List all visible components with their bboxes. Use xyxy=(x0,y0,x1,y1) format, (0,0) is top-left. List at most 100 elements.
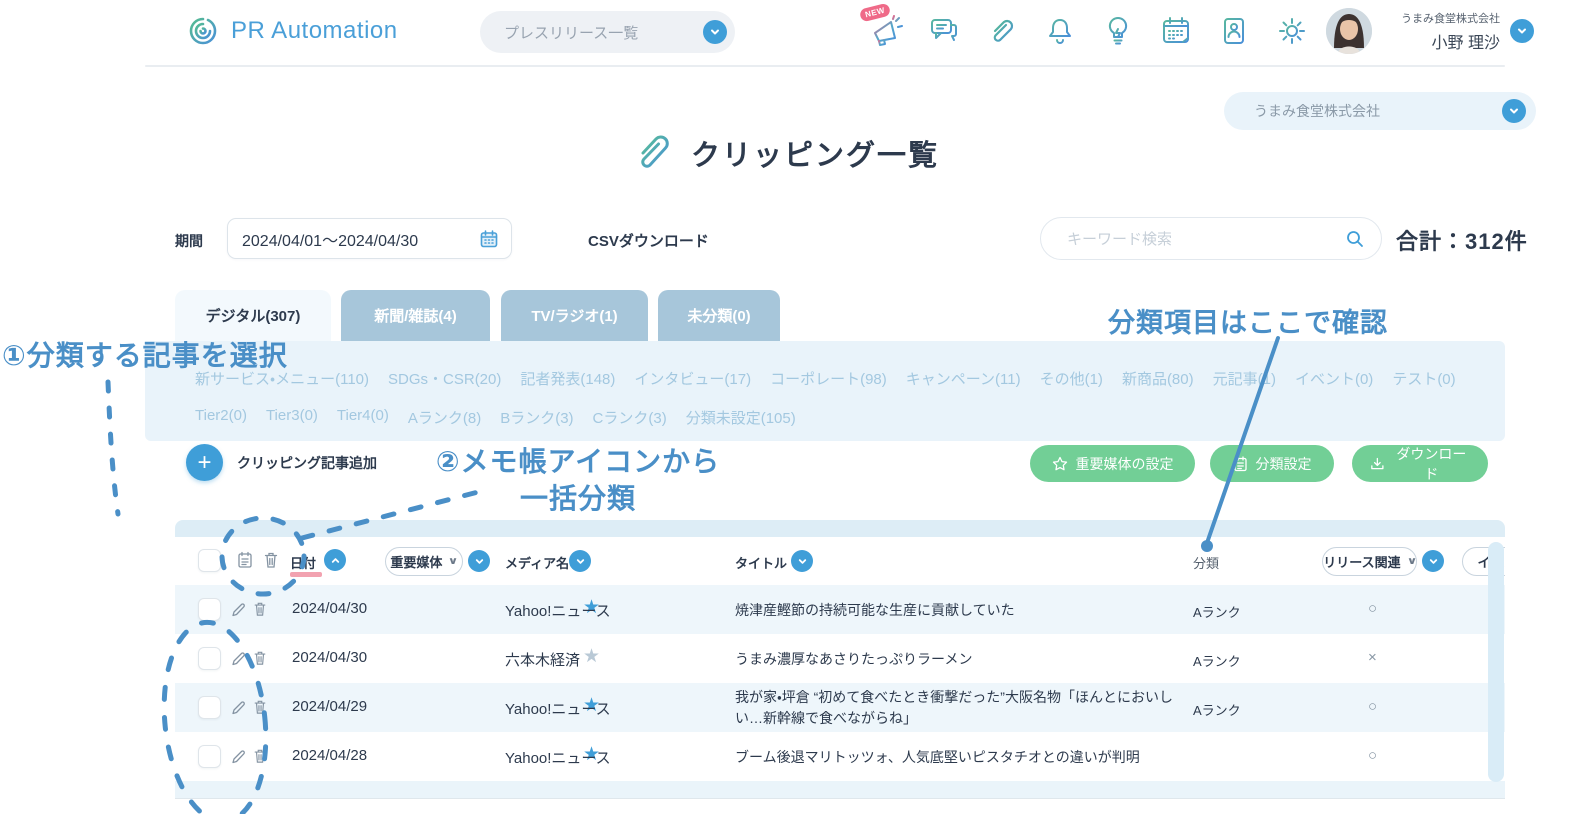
filter-event[interactable]: イベント(0) xyxy=(1295,368,1373,389)
user-menu[interactable]: うまみ食堂株式会社 小野 理沙 xyxy=(1326,8,1534,54)
filter-press-conference[interactable]: 記者発表(148) xyxy=(520,368,615,389)
period-date-range-input[interactable]: 2024/04/01～2024/04/30 xyxy=(227,218,512,259)
bulk-note-icon[interactable] xyxy=(237,551,253,569)
row-media-name[interactable]: Yahoo!ニュース xyxy=(505,600,611,621)
release-sort-icon[interactable] xyxy=(1422,550,1444,572)
contact-card-icon[interactable] xyxy=(1216,13,1252,49)
chevron-down-icon[interactable] xyxy=(703,20,727,44)
filter-new-service[interactable]: 新サービス・メニュー(110) xyxy=(195,368,369,389)
filter-rank-c[interactable]: Cランク(3) xyxy=(593,407,667,428)
filter-corporate[interactable]: コーポレート(98) xyxy=(770,368,887,389)
filter-tier4[interactable]: Tier4(0) xyxy=(337,407,389,428)
megaphone-icon[interactable]: NEW xyxy=(868,13,904,49)
filter-rank-b[interactable]: Bランク(3) xyxy=(500,407,573,428)
column-header-date[interactable]: 日付 xyxy=(290,553,316,572)
delete-trash-icon[interactable] xyxy=(253,600,267,618)
bulk-trash-icon[interactable] xyxy=(263,551,279,569)
table-row[interactable]: 2024/04/28 ★ Yahoo!ニュース ブーム後退マリトッツォ、人気底堅… xyxy=(175,732,1505,781)
chevron-down-icon[interactable] xyxy=(1502,99,1526,123)
category-settings-button[interactable]: 分類設定 xyxy=(1210,445,1334,482)
column-header-category[interactable]: 分類 xyxy=(1193,553,1219,572)
filter-rank-a[interactable]: Aランク(8) xyxy=(408,407,481,428)
page-nav-select[interactable]: プレスリリース一覧 xyxy=(480,11,735,53)
row-checkbox[interactable] xyxy=(198,598,221,621)
download-button[interactable]: ダウンロード xyxy=(1352,445,1488,482)
edit-pencil-icon[interactable] xyxy=(231,601,245,619)
chevron-down-icon: ∨ xyxy=(448,556,459,567)
paperclip-icon[interactable] xyxy=(984,13,1020,49)
chat-icon[interactable] xyxy=(926,13,962,49)
csv-download-link[interactable]: CSVダウンロード xyxy=(588,230,709,251)
important-media-settings-button[interactable]: 重要媒体の設定 xyxy=(1030,445,1195,482)
row-media-name[interactable]: Yahoo!ニュース xyxy=(505,747,611,768)
row-title[interactable]: ブーム後退マリトッツォ、人気底堅いピスタチオとの違いが判明 xyxy=(735,747,1185,768)
row-date: 2024/04/30 xyxy=(292,649,367,666)
media-sort-icon[interactable] xyxy=(569,550,591,572)
filter-campaign[interactable]: キャンペーン(11) xyxy=(906,368,1021,389)
chevron-down-icon[interactable] xyxy=(1510,19,1534,43)
filter-tier2[interactable]: Tier2(0) xyxy=(195,407,247,428)
edit-pencil-icon[interactable] xyxy=(231,748,245,766)
row-media-name[interactable]: Yahoo!ニュース xyxy=(505,698,611,719)
filter-other[interactable]: その他(1) xyxy=(1040,368,1103,389)
table-row[interactable]: 2024/04/29 ★ Yahoo!ニュース 我が家・坪倉 “初めて食べたとき… xyxy=(175,683,1505,732)
row-checkbox[interactable] xyxy=(198,647,221,670)
delete-trash-icon[interactable] xyxy=(253,698,267,716)
title-sort-icon[interactable] xyxy=(791,550,813,572)
filter-new-product[interactable]: 新商品(80) xyxy=(1122,368,1194,389)
search-icon[interactable] xyxy=(1345,229,1365,249)
row-category: Aランク xyxy=(1193,602,1241,621)
important-media-filter-label: 重要媒体 xyxy=(390,552,442,571)
calendar-picker-icon[interactable] xyxy=(479,229,499,249)
filter-original-article[interactable]: 元記事(1) xyxy=(1213,368,1276,389)
company-select[interactable]: うまみ食堂株式会社 xyxy=(1224,92,1536,130)
calendar-icon[interactable] xyxy=(1158,13,1194,49)
tab-tv-radio[interactable]: TV/ラジオ(1) xyxy=(501,290,648,341)
release-mark: ○ xyxy=(1368,600,1377,617)
filter-test[interactable]: テスト(0) xyxy=(1392,368,1455,389)
delete-trash-icon[interactable] xyxy=(253,747,267,765)
filter-unclassified[interactable]: 分類未設定(105) xyxy=(686,407,796,428)
table-header-row: 日付 重要媒体 ∨ メディア名 タイトル 分類 リリース関連∨ xyxy=(175,537,1505,585)
app-logo[interactable]: PR Automation xyxy=(185,13,398,49)
filter-sdgs-csr[interactable]: SDGs・CSR(20) xyxy=(388,368,501,389)
clipping-table: 日付 重要媒体 ∨ メディア名 タイトル 分類 リリース関連∨ xyxy=(175,520,1505,814)
tab-newspaper-magazine[interactable]: 新聞/雑誌(4) xyxy=(341,290,490,341)
delete-trash-icon[interactable] xyxy=(253,649,267,667)
table-row[interactable]: 2024/04/30 ★ 六本木経済 うまみ濃厚なあさりたっぷりラーメン Aラン… xyxy=(175,634,1505,683)
row-checkbox[interactable] xyxy=(198,745,221,768)
tab-uncategorized[interactable]: 未分類(0) xyxy=(658,290,780,341)
important-star-icon[interactable]: ★ xyxy=(583,645,600,668)
paperclip-icon xyxy=(633,131,673,175)
user-texts: うまみ食堂株式会社 小野 理沙 xyxy=(1382,10,1500,53)
filter-tier3[interactable]: Tier3(0) xyxy=(266,407,318,428)
column-header-media[interactable]: メディア名 xyxy=(505,553,569,572)
keyword-search-input[interactable]: キーワード検索 xyxy=(1040,217,1382,260)
filter-interview[interactable]: インタビュー(17) xyxy=(634,368,751,389)
gear-icon[interactable] xyxy=(1274,13,1310,49)
bell-icon[interactable] xyxy=(1042,13,1078,49)
edit-pencil-icon[interactable] xyxy=(231,650,245,668)
row-checkbox[interactable] xyxy=(198,696,221,719)
row-title[interactable]: 我が家・坪倉 “初めて食べたとき衝撃だった”大阪名物「ほんとにおいしい…新幹線で… xyxy=(735,687,1185,729)
sort-ascending-icon[interactable] xyxy=(324,549,346,571)
plus-icon[interactable]: + xyxy=(186,444,223,481)
user-company: うまみ食堂株式会社 xyxy=(1382,10,1500,26)
row-title[interactable]: うまみ濃厚なあさりたっぷりラーメン xyxy=(735,649,1185,670)
download-label: ダウンロード xyxy=(1393,444,1470,484)
release-filter-dropdown[interactable]: リリース関連∨ xyxy=(1322,547,1417,576)
column-header-title[interactable]: タイトル xyxy=(735,553,787,572)
important-media-filter-dropdown[interactable]: 重要媒体 ∨ xyxy=(385,547,463,576)
select-all-checkbox[interactable] xyxy=(198,549,221,572)
header-divider xyxy=(145,65,1505,67)
vertical-scrollbar[interactable] xyxy=(1488,542,1504,782)
row-media-name[interactable]: 六本木経済 xyxy=(505,649,580,670)
table-row[interactable]: 2024/04/30 ★ Yahoo!ニュース 焼津産鰹節の持続可能な生産に貢献… xyxy=(175,585,1505,634)
edit-pencil-icon[interactable] xyxy=(231,699,245,717)
important-media-sort-icon[interactable] xyxy=(468,550,490,572)
total-count: 合計：312件 xyxy=(1396,224,1528,256)
add-clipping-button[interactable]: + クリッピング記事追加 xyxy=(186,444,377,481)
lightbulb-icon[interactable] xyxy=(1100,13,1136,49)
tab-digital[interactable]: デジタル(307) xyxy=(175,290,331,341)
row-title[interactable]: 焼津産鰹節の持続可能な生産に貢献していた xyxy=(735,600,1185,621)
